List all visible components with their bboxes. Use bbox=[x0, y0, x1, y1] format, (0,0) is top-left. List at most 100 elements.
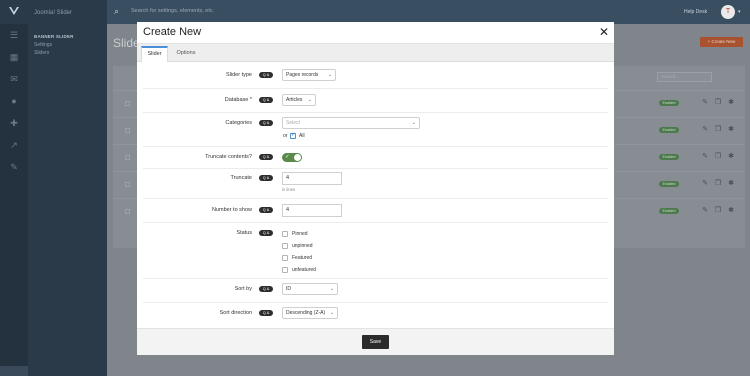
all-categories-checkbox[interactable] bbox=[290, 132, 296, 139]
form-row-status: Status Q & Pinned unpinned Featured unfe… bbox=[143, 223, 608, 279]
copy-icon[interactable]: ❐ bbox=[714, 180, 722, 188]
database-select[interactable]: Articles ⌄ bbox=[282, 94, 316, 106]
gear-icon[interactable]: ✱ bbox=[727, 153, 735, 161]
status-badge: Enabled bbox=[659, 127, 679, 133]
all-categories-label: All bbox=[299, 133, 305, 139]
form-row-truncate: Truncate Q & 4 in lines bbox=[143, 169, 608, 199]
query-badge[interactable]: Q & bbox=[259, 97, 273, 103]
number-to-show-input[interactable]: 4 bbox=[282, 204, 342, 217]
truncate-label: Truncate bbox=[230, 175, 252, 181]
status-featured-checkbox[interactable] bbox=[282, 255, 288, 261]
sliders-icon[interactable]: ☰ bbox=[8, 30, 20, 40]
query-badge[interactable]: Q & bbox=[259, 154, 273, 160]
slider-type-value: Pages records bbox=[286, 72, 319, 78]
status-label: Status bbox=[236, 230, 252, 236]
copy-icon[interactable]: ❐ bbox=[714, 207, 722, 215]
chevron-down-icon: ⌄ bbox=[329, 286, 334, 292]
chat-icon[interactable]: ✉ bbox=[8, 74, 20, 84]
edit-icon[interactable]: ✎ bbox=[701, 180, 709, 188]
query-badge[interactable]: Q & bbox=[259, 72, 273, 78]
help-desk-link[interactable]: Help Desk bbox=[684, 9, 707, 15]
truncate-hint: in lines bbox=[282, 187, 296, 192]
status-pinned-label: Pinned bbox=[292, 231, 308, 237]
sidebar-footer bbox=[0, 366, 28, 376]
edit-icon[interactable]: ✎ bbox=[701, 99, 709, 107]
create-new-modal: Create New ✕ Slider Options Slider type … bbox=[137, 22, 614, 355]
tab-slider[interactable]: Slider bbox=[141, 46, 168, 62]
slider-type-select[interactable]: Pages records ⌄ bbox=[282, 69, 336, 81]
row-checkbox[interactable] bbox=[125, 182, 130, 187]
database-label: Database * bbox=[224, 97, 252, 103]
gear-icon[interactable]: ✱ bbox=[727, 126, 735, 134]
row-checkbox[interactable] bbox=[125, 128, 130, 133]
status-badge: Enabled bbox=[659, 208, 679, 214]
sort-by-value: ID bbox=[286, 286, 291, 292]
chart-icon[interactable]: ↗ bbox=[8, 140, 20, 150]
copy-icon[interactable]: ❐ bbox=[714, 126, 722, 134]
puzzle-icon[interactable]: ✚ bbox=[8, 118, 20, 128]
chevron-down-icon: ⌄ bbox=[411, 120, 416, 126]
edit-icon[interactable]: ✎ bbox=[701, 153, 709, 161]
grid-icon[interactable]: ▦ bbox=[8, 52, 20, 62]
categories-label: Categories bbox=[225, 120, 252, 126]
avatar[interactable]: T bbox=[721, 5, 735, 19]
gear-icon[interactable]: ✱ bbox=[727, 180, 735, 188]
number-to-show-label: Number to show bbox=[211, 207, 252, 213]
close-icon[interactable]: ✕ bbox=[598, 26, 610, 39]
gear-icon[interactable]: ✱ bbox=[727, 207, 735, 215]
truncate-contents-label: Truncate contents? bbox=[205, 154, 252, 160]
sort-direction-value: Descending (Z-A) bbox=[286, 310, 326, 316]
chevron-down-icon: ⌄ bbox=[307, 97, 312, 103]
copy-icon[interactable]: ❐ bbox=[714, 99, 722, 107]
query-badge[interactable]: Q & bbox=[259, 175, 273, 181]
status-badge: Enabled bbox=[659, 100, 679, 106]
status-unfeatured-checkbox[interactable] bbox=[282, 267, 288, 273]
query-badge[interactable]: Q & bbox=[259, 230, 273, 236]
row-checkbox[interactable] bbox=[125, 155, 130, 160]
user-icon[interactable]: ● bbox=[8, 96, 20, 106]
toggle-knob bbox=[294, 154, 301, 161]
truncate-contents-toggle[interactable]: ✓ bbox=[282, 153, 302, 162]
edit-icon[interactable]: ✎ bbox=[701, 207, 709, 215]
save-button[interactable]: Save bbox=[362, 335, 389, 349]
query-badge[interactable]: Q & bbox=[259, 207, 273, 213]
sidebar-item-sliders[interactable]: Sliders bbox=[34, 50, 74, 56]
gear-icon[interactable]: ✱ bbox=[727, 99, 735, 107]
sort-direction-select[interactable]: Descending (Z-A) ⌄ bbox=[282, 307, 338, 319]
row-checkbox[interactable] bbox=[125, 209, 130, 214]
modal-body: Slider type Q & Pages records ⌄ Database… bbox=[137, 62, 614, 328]
global-search-input[interactable]: Search for settings, elements, etc. bbox=[131, 8, 214, 14]
create-new-button[interactable]: + Create New bbox=[700, 37, 743, 47]
app-name: Joomla! Slider bbox=[34, 10, 73, 16]
sort-by-select[interactable]: ID ⌄ bbox=[282, 283, 338, 295]
search-icon[interactable]: ⌕ bbox=[114, 7, 123, 16]
status-unpinned-checkbox[interactable] bbox=[282, 243, 288, 249]
chevron-down-icon[interactable]: ▾ bbox=[738, 9, 741, 15]
form-row-number-to-show: Number to show Q & 4 bbox=[143, 199, 608, 223]
form-row-sort-direction: Sort direction Q & Descending (Z-A) ⌄ bbox=[143, 303, 608, 327]
sidebar-item-settings[interactable]: Settings bbox=[34, 42, 74, 48]
query-badge[interactable]: Q & bbox=[259, 286, 273, 292]
icon-rail: ☰ ▦ ✉ ● ✚ ↗ ✎ bbox=[0, 24, 28, 376]
list-search-input[interactable]: Search... bbox=[657, 72, 712, 82]
app-logo-icon[interactable] bbox=[8, 6, 20, 18]
row-checkbox[interactable] bbox=[125, 101, 130, 106]
edit-icon[interactable]: ✎ bbox=[701, 126, 709, 134]
status-badge: Enabled bbox=[659, 181, 679, 187]
brush-icon[interactable]: ✎ bbox=[8, 162, 20, 172]
copy-icon[interactable]: ❐ bbox=[714, 153, 722, 161]
form-row-truncate-contents: Truncate contents? Q & ✓ bbox=[143, 147, 608, 169]
modal-header: Create New ✕ bbox=[137, 22, 614, 44]
sidebar-nav: BANNER SLIDER Settings Sliders bbox=[34, 34, 74, 58]
truncate-input[interactable]: 4 bbox=[282, 172, 342, 185]
sidebar: Joomla! Slider ☰ ▦ ✉ ● ✚ ↗ ✎ BANNER SLID… bbox=[0, 0, 107, 376]
categories-select[interactable]: Select ⌄ bbox=[282, 117, 420, 129]
database-value: Articles bbox=[286, 97, 303, 103]
page-title: Slide bbox=[113, 36, 140, 50]
status-badge: Enabled bbox=[659, 154, 679, 160]
tab-options[interactable]: Options bbox=[170, 46, 202, 62]
query-badge[interactable]: Q & bbox=[259, 120, 273, 126]
chevron-down-icon: ⌄ bbox=[329, 310, 334, 316]
query-badge[interactable]: Q & bbox=[259, 310, 273, 316]
status-pinned-checkbox[interactable] bbox=[282, 231, 288, 237]
